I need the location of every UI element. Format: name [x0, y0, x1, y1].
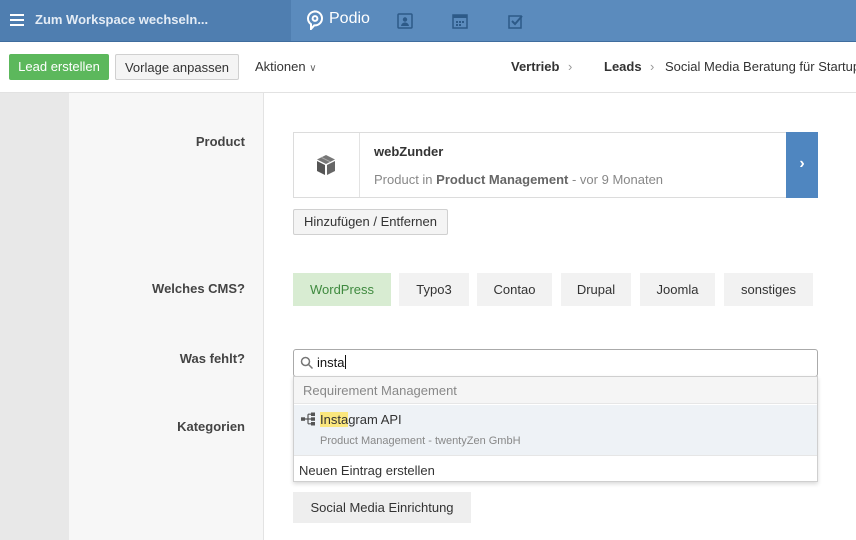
cms-option-joomla[interactable]: Joomla	[640, 273, 715, 306]
create-lead-button[interactable]: Lead erstellen	[9, 54, 109, 80]
podio-logo-icon[interactable]	[305, 10, 325, 30]
text-caret	[345, 355, 347, 369]
suggestion-item[interactable]: Instagram API Product Management - twent…	[294, 405, 817, 456]
product-title[interactable]: webZunder	[374, 144, 443, 159]
search-text: insta	[317, 355, 347, 370]
product-meta-app: Product Management	[436, 172, 569, 187]
contacts-icon[interactable]	[396, 12, 414, 30]
cms-option-drupal[interactable]: Drupal	[561, 273, 631, 306]
tasks-icon[interactable]	[507, 12, 525, 30]
hierarchy-icon	[301, 412, 315, 426]
cms-label: Welches CMS?	[152, 281, 245, 296]
chevron-right-icon[interactable]: ›	[786, 132, 818, 198]
create-new-entry-link[interactable]: Neuen Eintrag erstellen	[299, 463, 435, 478]
actions-dropdown[interactable]: Aktionen ∨	[255, 59, 317, 74]
chevron-down-icon: ∨	[309, 63, 317, 74]
missing-label: Was fehlt?	[179, 351, 245, 366]
product-reference-card[interactable]: webZunder Product in Product Management …	[293, 132, 818, 198]
menu-icon[interactable]	[10, 14, 24, 26]
suggestion-title: Instagram API	[320, 412, 402, 427]
cms-option-typo3[interactable]: Typo3	[399, 273, 469, 306]
breadcrumb-separator-icon: ›	[650, 59, 655, 74]
breadcrumb-separator-icon: ›	[568, 59, 573, 74]
missing-search-input[interactable]: insta	[293, 349, 818, 377]
breadcrumb-app[interactable]: Leads	[604, 59, 642, 74]
match-highlight: Insta	[320, 412, 349, 427]
box-icon	[317, 155, 335, 175]
workspace-switch-link[interactable]: Zum Workspace wechseln...	[35, 12, 208, 27]
search-value: insta	[317, 355, 345, 370]
cms-option-contao[interactable]: Contao	[477, 273, 552, 306]
actions-label: Aktionen	[255, 59, 306, 74]
item-action-bar: Lead erstellen Vorlage anpassen Aktionen…	[0, 42, 856, 114]
left-margin	[0, 93, 69, 540]
breadcrumb-workspace[interactable]: Vertrieb	[511, 59, 559, 74]
cms-option-wordpress[interactable]: WordPress	[293, 273, 391, 306]
search-icon	[300, 356, 314, 370]
customize-template-button[interactable]: Vorlage anpassen	[115, 54, 239, 80]
add-remove-button[interactable]: Hinzufügen / Entfernen	[293, 209, 448, 235]
suggestion-section-header: Requirement Management	[294, 377, 817, 404]
search-suggestions-dropdown: Requirement Management Instagram API Pro…	[293, 376, 818, 482]
suggestion-title-rest: gram API	[348, 412, 402, 427]
top-navigation-bar: Zum Workspace wechseln... Podio	[0, 0, 856, 42]
cms-option-sonstiges[interactable]: sonstiges	[724, 273, 813, 306]
calendar-icon[interactable]	[451, 12, 469, 30]
product-meta-prefix: Product in	[374, 172, 433, 187]
categories-label: Kategorien	[177, 419, 245, 434]
breadcrumb-item: Social Media Beratung für Startups	[665, 59, 856, 74]
suggestion-subtitle: Product Management - twentyZen GmbH	[320, 435, 521, 447]
product-meta: Product in Product Management - vor 9 Mo…	[374, 172, 663, 187]
podio-brand[interactable]: Podio	[329, 10, 370, 28]
category-tag[interactable]: Social Media Einrichtung	[293, 492, 471, 523]
product-thumb	[294, 133, 360, 197]
product-meta-time: - vor 9 Monaten	[571, 172, 664, 187]
product-label: Product	[195, 134, 245, 149]
